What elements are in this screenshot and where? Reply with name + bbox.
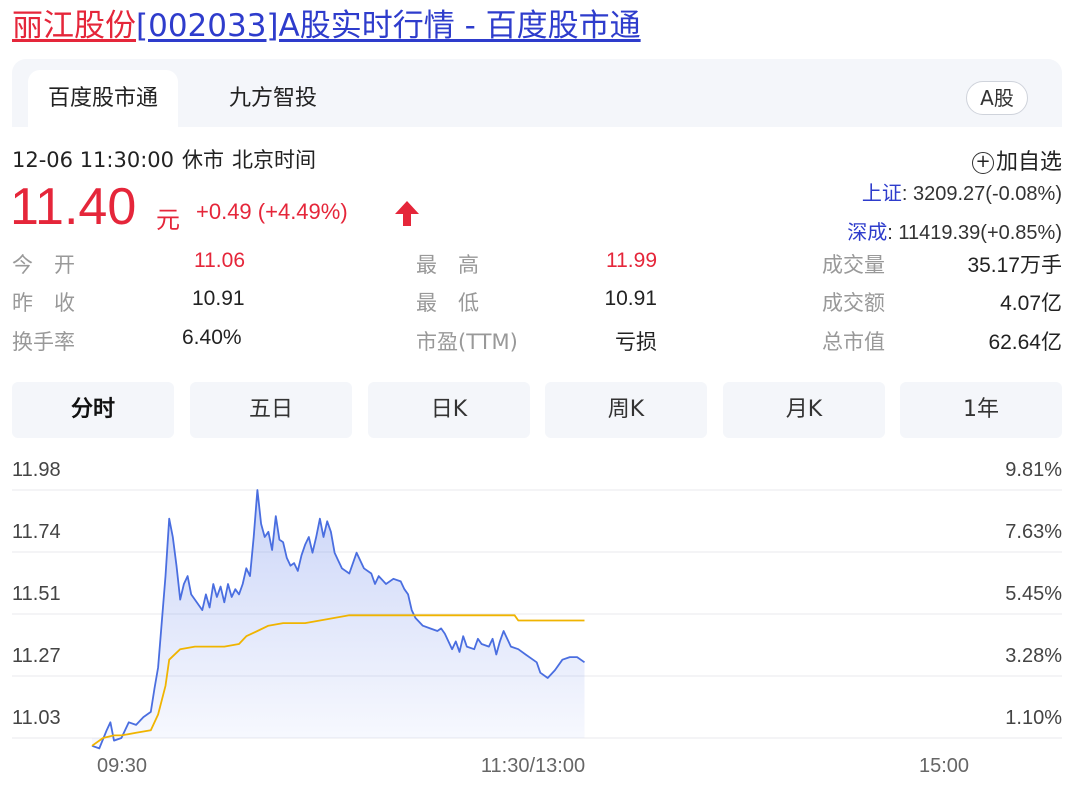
- y-tick-label-right: 5.45%: [1005, 583, 1062, 605]
- tab-jiufang[interactable]: 九方智投: [208, 70, 338, 127]
- source-tabs-bar: 百度股市通 九方智投 A股: [12, 59, 1062, 127]
- y-tick-label-right: 7.63%: [1005, 521, 1062, 543]
- index-shenzhen[interactable]: 深成: 11419.39(+0.85%): [847, 216, 1062, 245]
- stat-amount-label: 成交额: [822, 291, 885, 315]
- stat-high-label: 最 高: [416, 253, 479, 277]
- y-tick-label-right: 1.10%: [1005, 707, 1062, 729]
- price-unit: 元: [156, 206, 180, 234]
- y-tick-label-left: 11.98: [12, 459, 61, 481]
- y-tick-label-left: 11.27: [12, 645, 61, 667]
- tab-intraday[interactable]: 分时: [12, 382, 174, 438]
- stat-pe-label: 市盈(TTM): [416, 330, 518, 354]
- stat-volume-label: 成交量: [822, 253, 885, 277]
- index-shenzhen-name[interactable]: 深成: [847, 220, 887, 244]
- x-tick-label: 15:00: [919, 755, 969, 777]
- plus-circle-icon: +: [971, 152, 994, 174]
- stat-prevclose-label: 昨 收: [12, 291, 75, 315]
- index-shanghai-name[interactable]: 上证: [862, 181, 902, 205]
- y-tick-label-left: 11.03: [12, 707, 61, 729]
- stat-marketcap-value: 62.64亿: [988, 331, 1062, 354]
- up-arrow-icon: [395, 201, 419, 226]
- stat-prevclose-value: 10.91: [192, 287, 245, 310]
- quote-datetime: 12-06 11:30:00: [12, 148, 175, 172]
- stat-high-value: 11.99: [606, 249, 657, 272]
- current-price: 11.40: [10, 178, 137, 236]
- x-tick-label: 11:30/13:00: [481, 755, 585, 777]
- market-status: 12-06 11:30:00 休市 北京时间: [12, 144, 324, 174]
- stat-amount-value: 4.07亿: [1000, 292, 1062, 315]
- stat-low-value: 10.91: [604, 287, 657, 310]
- y-tick-label-right: 3.28%: [1005, 645, 1062, 667]
- stat-turnover-label: 换手率: [12, 330, 75, 354]
- title-rest[interactable]: [002033]A股实时行情 - 百度股市通: [136, 8, 641, 44]
- stat-turnover-value: 6.40%: [182, 326, 242, 349]
- index-shanghai-value: : 3209.27(-0.08%): [901, 183, 1062, 205]
- tab-one-year[interactable]: 1年: [900, 382, 1062, 438]
- index-shenzhen-value: : 11419.39(+0.85%): [887, 222, 1062, 244]
- stat-open-value: 11.06: [194, 249, 245, 272]
- tab-monthly-k[interactable]: 月K: [723, 382, 885, 438]
- y-tick-label-left: 11.74: [12, 521, 61, 543]
- x-tick-label: 09:30: [97, 755, 147, 777]
- stat-open-label: 今 开: [12, 253, 75, 277]
- add-watchlist-button[interactable]: + 加自选: [971, 144, 1062, 176]
- a-share-badge[interactable]: A股: [966, 81, 1028, 115]
- intraday-chart-svg: 11.98 9.81% 11.74 7.63% 11.51 5.45% 11.27 3.28%…: [12, 459, 1062, 777]
- stat-volume-value: 35.17万手: [967, 254, 1062, 277]
- price-area-fill: [92, 490, 585, 749]
- y-tick-label-right: 9.81%: [1005, 459, 1062, 481]
- tab-daily-k[interactable]: 日K: [368, 382, 530, 438]
- y-tick-label-left: 11.51: [12, 583, 61, 605]
- add-watchlist-label: 加自选: [995, 150, 1062, 175]
- tab-five-day[interactable]: 五日: [190, 382, 352, 438]
- index-shanghai[interactable]: 上证: 3209.27(-0.08%): [862, 177, 1062, 206]
- timezone-label: 北京时间: [232, 148, 317, 172]
- tab-weekly-k[interactable]: 周K: [545, 382, 707, 438]
- price-change: +0.49 (+4.49%): [196, 199, 348, 224]
- stock-name[interactable]: 丽江股份: [12, 8, 136, 44]
- market-state: 休市: [182, 148, 225, 172]
- tab-baidu[interactable]: 百度股市通: [28, 70, 178, 127]
- page-title-link[interactable]: 丽江股份[002033]A股实时行情 - 百度股市通: [12, 4, 641, 48]
- intraday-chart[interactable]: 11.98 9.81% 11.74 7.63% 11.51 5.45% 11.27 3.28%…: [0, 450, 1080, 786]
- stat-pe-value: 亏损: [615, 331, 657, 354]
- stat-low-label: 最 低: [416, 291, 479, 315]
- stat-marketcap-label: 总市值: [822, 330, 885, 354]
